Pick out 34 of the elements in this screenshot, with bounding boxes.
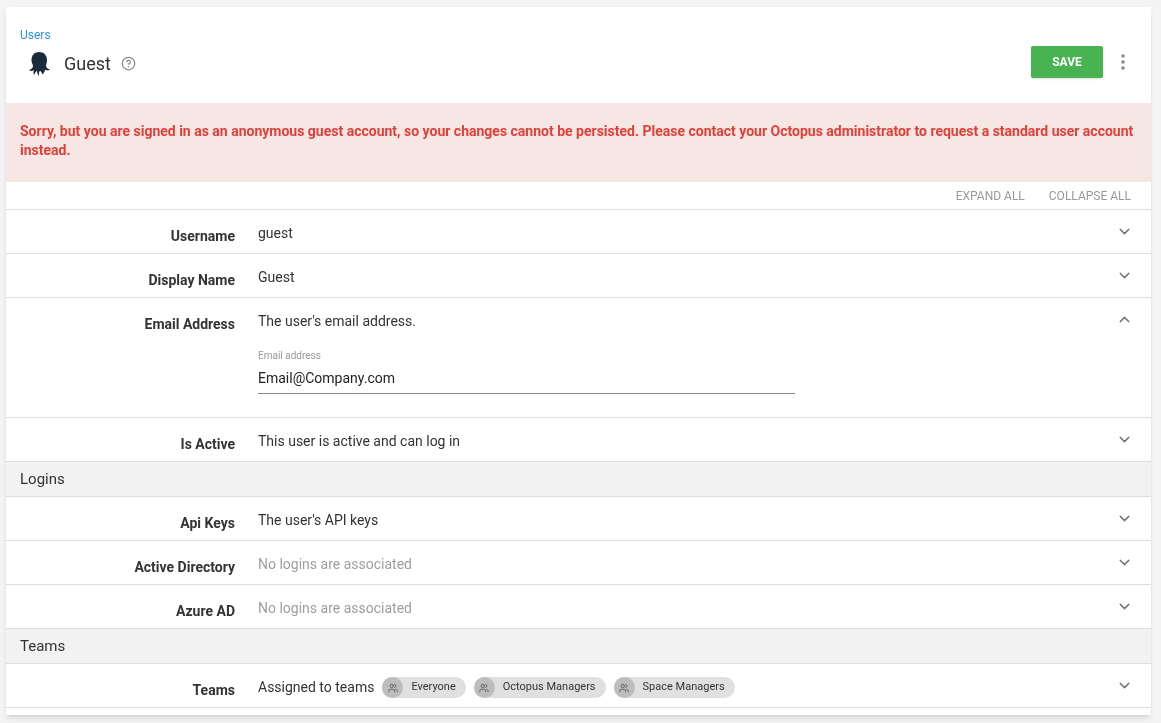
field-label: Email Address: [144, 316, 235, 332]
field-label: Api Keys: [180, 515, 235, 531]
field-floating-label: Email address: [258, 349, 322, 363]
field-label: Teams: [192, 682, 235, 698]
help-icon[interactable]: [120, 56, 136, 71]
people-icon: [619, 682, 630, 693]
field-summary: Guest: [258, 268, 295, 287]
chip-label: Space Managers: [642, 679, 725, 696]
chip-label: Octopus Managers: [502, 679, 596, 696]
field-summary: guest: [258, 224, 293, 243]
warning-banner: Sorry, but you are signed in as an anonymous guest account, so your changes cannot be persisted. Please contact your Octopus administrator to request a standard user account instead.: [6, 103, 1151, 182]
field-summary: The user's API keys: [258, 511, 379, 530]
section-header: Logins: [6, 462, 1151, 497]
field-label: Is Active: [180, 436, 235, 452]
chip-label: Everyone: [411, 679, 456, 696]
field-label: Active Directory: [134, 559, 235, 575]
field-summary: The user's email address.: [258, 312, 416, 331]
team-chip[interactable]: Space Managers: [613, 677, 735, 698]
people-icon: [479, 682, 490, 693]
field-value: Email@Company.com: [258, 369, 396, 388]
team-chip[interactable]: Octopus Managers: [473, 677, 606, 698]
field-summary: No logins are associated: [258, 555, 412, 574]
page-title: Guest: [64, 52, 111, 76]
email-field[interactable]: Email address Email@Company.com: [258, 348, 795, 394]
section-header: Teams: [6, 629, 1151, 664]
team-chip[interactable]: Everyone: [382, 677, 466, 698]
people-icon: [387, 682, 398, 693]
field-label: Username: [170, 228, 235, 244]
field-label: Azure AD: [176, 603, 235, 619]
field-summary: This user is active and can log in: [258, 432, 461, 451]
field-summary: No logins are associated: [258, 599, 412, 618]
field-label: Display Name: [148, 272, 235, 288]
more-options-icon[interactable]: [1121, 54, 1125, 70]
field-summary: Assigned to teams: [258, 678, 375, 697]
